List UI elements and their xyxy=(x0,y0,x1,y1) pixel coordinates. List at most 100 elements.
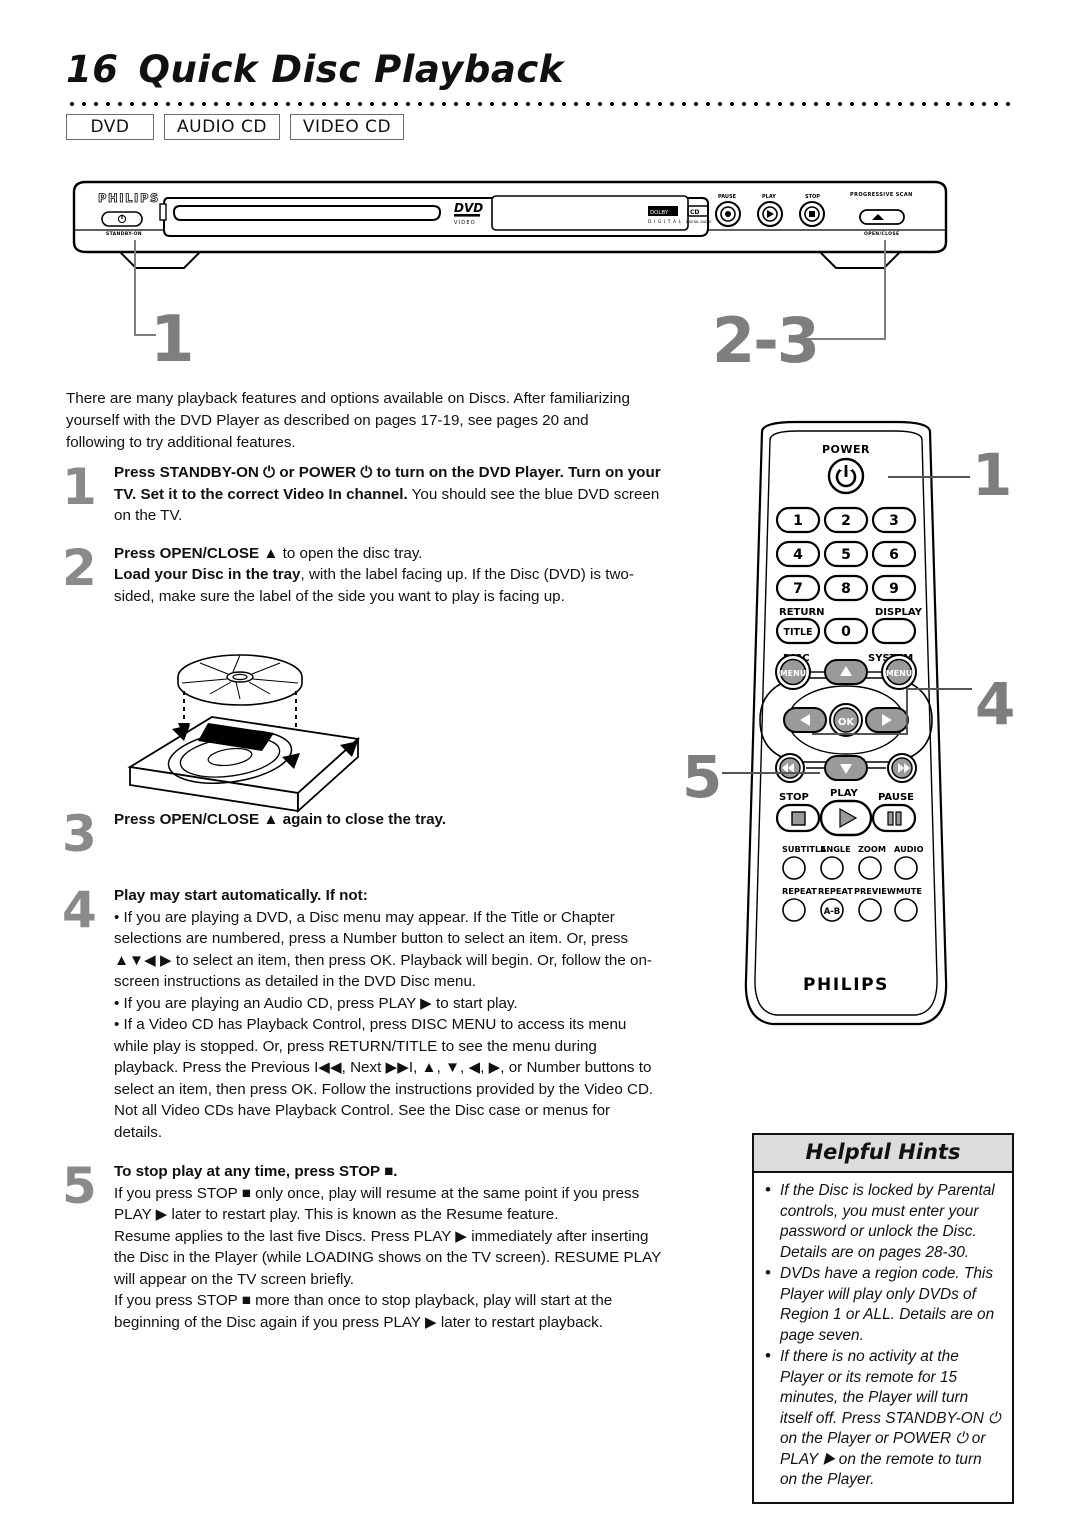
step-bullet: • If you are playing an Audio CD, press … xyxy=(114,994,518,1012)
remote-preview-label: PREVIEW xyxy=(854,886,896,896)
remote-mute-button[interactable] xyxy=(894,898,918,922)
hint-item: If there is no activity at the Player or… xyxy=(763,1346,1003,1491)
step-number: 5 xyxy=(62,1157,97,1215)
remote-key-label: 3 xyxy=(889,513,899,529)
standby-on-label: STANDBY-ON xyxy=(106,231,142,237)
step-lead: Play may start automatically. If not: xyxy=(114,887,368,904)
remote-return-label: RETURN xyxy=(779,607,825,618)
disc-tab-audio-cd: AUDIO CD xyxy=(164,114,280,140)
helpful-hints-box: Helpful Hints If the Disc is locked by P… xyxy=(752,1133,1014,1504)
remote-audio-button[interactable] xyxy=(894,856,918,880)
callout-remote-transport: 5 xyxy=(682,743,723,811)
remote-preview-button[interactable] xyxy=(858,898,882,922)
remote-key-label: 6 xyxy=(889,547,899,563)
steps-list: 1 Press STANDBY-ON ⏻ or POWER ⏻ to turn … xyxy=(62,462,662,1343)
page-title: 16 Quick Disc Playback xyxy=(66,48,1016,91)
remote-display-button[interactable] xyxy=(871,617,917,645)
remote-play-label: PLAY xyxy=(830,788,858,799)
remote-key-label: 0 xyxy=(841,624,851,640)
step-1: 1 Press STANDBY-ON ⏻ or POWER ⏻ to turn … xyxy=(62,462,662,527)
disc-icon xyxy=(177,654,303,706)
step-bullet: • If you are playing a DVD, a Disc menu … xyxy=(114,908,652,991)
dvd-video-logo-sub: VIDEO xyxy=(454,220,476,226)
remote-ok-label: OK xyxy=(838,717,856,728)
dolby-digital-logo: DOLBY D I G I T A L xyxy=(648,206,682,225)
header-divider xyxy=(66,100,1018,106)
remote-pause-label: PAUSE xyxy=(878,792,914,803)
remote-pause-button[interactable] xyxy=(871,803,917,833)
step-paragraph: If you press STOP ■ only once, play will… xyxy=(114,1184,640,1224)
remote-power-label: POWER xyxy=(822,443,870,456)
stop-label: STOP xyxy=(805,194,820,200)
helpful-hints-title: Helpful Hints xyxy=(754,1135,1012,1173)
remote-repeat-ab-top-label: REPEAT xyxy=(818,886,853,896)
remote-disc-menu-label: MENU xyxy=(780,669,807,678)
intro-paragraph: There are many playback features and opt… xyxy=(66,390,630,451)
step-bullet: • If a Video CD has Playback Control, pr… xyxy=(114,1016,654,1141)
svg-text:CD: CD xyxy=(690,209,699,216)
remote-key-label: 4 xyxy=(793,547,803,563)
remote-brand-logo: PHILIPS xyxy=(803,975,889,995)
remote-angle-label: ANGLE xyxy=(820,844,851,854)
remote-key-label: 5 xyxy=(841,547,851,563)
callout-leader-remote-1 xyxy=(888,476,970,478)
callout-leader-remote-4-vertical xyxy=(906,688,908,734)
disc-tab-dvd: DVD xyxy=(66,114,154,140)
open-close-label: OPEN/CLOSE xyxy=(864,231,899,237)
step-text: Press STANDBY-ON ⏻ or POWER ⏻ to turn on… xyxy=(114,462,662,527)
remote-repeat-ab-label: A-B xyxy=(824,907,841,917)
step-number: 2 xyxy=(62,538,97,597)
remote-system-menu-label: MENU xyxy=(886,669,913,678)
callout-player-right: 2-3 xyxy=(712,304,820,377)
step-number: 1 xyxy=(62,458,97,516)
step-bullet-text: If a Video CD has Playback Control, pres… xyxy=(114,1016,654,1141)
callout-leader-1-vertical xyxy=(134,240,136,336)
step-4: 4 Play may start automatically. If not: … xyxy=(62,885,662,1143)
remote-mute-label: MUTE xyxy=(896,886,922,896)
step-bullet-text: If you are playing a DVD, a Disc menu ma… xyxy=(114,908,652,991)
cd-audio-logo: CD DIGITAL AUDIO xyxy=(686,205,712,224)
remote-title-label: TITLE xyxy=(783,627,812,638)
remote-angle-button[interactable] xyxy=(820,856,844,880)
step-text: Play may start automatically. If not: • … xyxy=(114,885,662,1143)
remote-key-label: 2 xyxy=(841,513,851,529)
remote-stop-label: STOP xyxy=(779,792,809,803)
step-lead-2: Load your Disc in the tray xyxy=(114,566,301,583)
remote-zoom-label: ZOOM xyxy=(858,844,886,854)
pause-label: PAUSE xyxy=(718,194,737,200)
remote-zoom-button[interactable] xyxy=(858,856,882,880)
remote-key-label: 9 xyxy=(889,581,899,597)
svg-text:D I G I T A L: D I G I T A L xyxy=(648,219,682,225)
remote-audio-label: AUDIO xyxy=(894,844,924,854)
step-paragraph: If you press STOP ■ more than once to st… xyxy=(114,1292,613,1331)
remote-subtitle-button[interactable] xyxy=(782,856,806,880)
disc-tab-label: DVD xyxy=(90,117,130,137)
remote-repeat-button[interactable] xyxy=(782,898,806,922)
open-close-button[interactable] xyxy=(859,209,905,225)
step-number: 4 xyxy=(62,881,97,939)
disc-tab-label: AUDIO CD xyxy=(177,117,267,137)
svg-text:DIGITAL AUDIO: DIGITAL AUDIO xyxy=(686,220,712,224)
callout-player-left: 1 xyxy=(150,303,195,377)
remote-repeat-label: REPEAT xyxy=(782,886,817,896)
callout-leader-23-vertical xyxy=(884,240,886,340)
hint-item: If the Disc is locked by Parental contro… xyxy=(763,1180,1003,1263)
play-label: PLAY xyxy=(762,194,776,200)
remote-key-label: 7 xyxy=(793,581,803,597)
disc-loading-illustration xyxy=(127,654,361,814)
remote-key-label: 1 xyxy=(793,513,803,529)
step-rest: to open the disc tray. xyxy=(278,544,423,562)
front-transport-buttons[interactable]: PAUSE PLAY STOP xyxy=(715,194,825,227)
callout-leader-remote-5 xyxy=(722,772,820,774)
remote-display-label: DISPLAY xyxy=(875,607,923,618)
dvd-video-logo: DVD xyxy=(454,201,483,215)
callout-leader-remote-4-top xyxy=(906,688,972,690)
manual-page: 16 Quick Disc Playback DVD AUDIO CD VIDEO… xyxy=(0,0,1080,1523)
callout-remote-power: 1 xyxy=(972,441,1013,509)
remote-number-keypad[interactable]: 1 2 3 4 5 6 7 8 9 xyxy=(775,506,917,602)
step-bullet-text: If you are playing an Audio CD, press PL… xyxy=(123,994,518,1012)
player-brand-logo: PHILIPS xyxy=(98,191,160,205)
page-number: 16 xyxy=(66,48,119,91)
remote-control-illustration: POWER 1 2 3 4 5 6 7 8 9 RETURN TITLE 0 D… xyxy=(744,420,948,1026)
disc-type-tabs: DVD AUDIO CD VIDEO CD xyxy=(66,114,405,140)
